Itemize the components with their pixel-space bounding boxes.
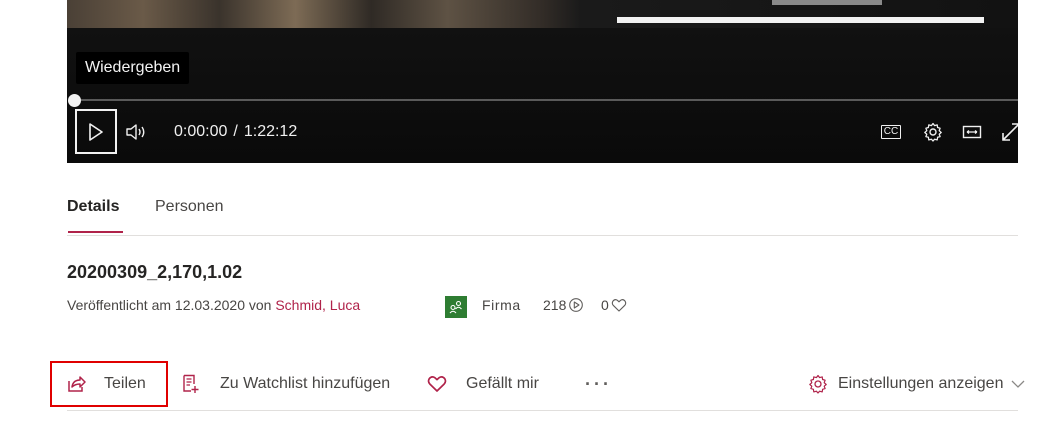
current-time: 0:00:00 (174, 123, 228, 140)
video-slide-bar (617, 17, 984, 23)
share-icon (68, 376, 86, 392)
like-count: 0 (601, 297, 627, 313)
author-link[interactable]: Schmid, Luca (275, 297, 360, 313)
seek-thumb[interactable] (68, 94, 81, 107)
view-count: 218 (543, 297, 584, 313)
published-info: Veröffentlicht am 12.03.2020 von Schmid,… (67, 297, 360, 319)
group-label[interactable]: Firma (482, 297, 521, 313)
seek-bar[interactable] (75, 99, 1018, 101)
published-text: Veröffentlicht am 12.03.2020 von (67, 297, 276, 313)
group-badge (445, 296, 467, 318)
active-tab-indicator (68, 231, 123, 233)
time-separator: / (233, 123, 238, 140)
time-display: 0:00:00 / 1:22:12 (174, 121, 297, 143)
theater-mode-icon (962, 125, 982, 139)
heart-icon (611, 299, 627, 312)
group-people-icon (449, 300, 462, 314)
play-icon (89, 122, 103, 141)
video-title: 20200309_2,170,1.02 (67, 262, 243, 282)
watchlist-add-icon (183, 374, 199, 393)
video-frame (67, 0, 1018, 28)
video-slide-element (772, 0, 882, 5)
heart-outline-icon (427, 376, 447, 392)
add-to-watchlist-button[interactable]: Zu Watchlist hinzufügen (182, 370, 390, 398)
volume-button[interactable] (125, 121, 149, 143)
closed-captions-button[interactable]: CC (880, 121, 902, 143)
watchlist-label: Zu Watchlist hinzufügen (220, 375, 391, 392)
fullscreen-icon (1002, 123, 1018, 141)
tab-details[interactable]: Details (67, 198, 119, 216)
share-button[interactable]: Teilen (67, 370, 146, 398)
theater-mode-button[interactable] (961, 121, 983, 143)
play-tooltip: Wiedergeben (76, 52, 190, 84)
closed-captions-icon: CC (880, 125, 902, 139)
settings-gear-icon (924, 122, 942, 142)
share-label: Teilen (104, 375, 146, 392)
player-settings-button[interactable] (922, 121, 944, 143)
show-settings-button[interactable]: Einstellungen anzeigen (808, 370, 1025, 398)
play-button[interactable] (75, 109, 117, 154)
view-count-value: 218 (543, 297, 567, 313)
tab-personen[interactable]: Personen (155, 198, 224, 216)
video-player[interactable]: Wiedergeben 0:00:00 / 1:22:12 CC (67, 0, 1018, 163)
more-options-button[interactable]: ··· (585, 370, 612, 398)
play-circle-icon (569, 298, 584, 312)
like-count-value: 0 (601, 297, 609, 313)
volume-icon (126, 124, 145, 140)
like-label: Gefällt mir (466, 375, 539, 392)
duration: 1:22:12 (243, 123, 298, 140)
settings-label: Einstellungen anzeigen (838, 375, 1004, 392)
actions-divider (67, 410, 1018, 411)
like-button[interactable]: Gefällt mir (427, 370, 539, 398)
tabs-divider (67, 235, 1018, 236)
fullscreen-button[interactable] (1000, 121, 1018, 143)
settings-gear-icon (809, 374, 827, 394)
chevron-down-icon (1012, 380, 1025, 388)
